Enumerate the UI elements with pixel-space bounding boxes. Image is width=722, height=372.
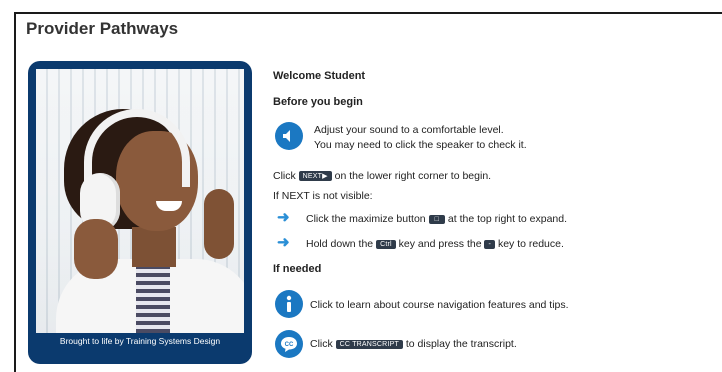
hold-prefix: Hold down the (306, 238, 374, 250)
arrow-right-icon: ➜ (277, 234, 290, 251)
transcript-prefix: Click (310, 338, 333, 350)
maximize-badge: □ (428, 215, 445, 224)
maximize-prefix: Click the maximize button (306, 213, 426, 225)
photo-striped-top (136, 261, 170, 333)
page-title: Provider Pathways (26, 19, 179, 38)
sound-instruction-1: Adjust your sound to a comfortable level… (314, 124, 504, 136)
transcript-instruction: Click CC TRANSCRIPT to display the trans… (310, 338, 517, 350)
cc-icon[interactable]: CC (275, 330, 303, 358)
next-instruction: Click NEXT▶ on the lower right corner to… (273, 170, 491, 182)
next-suffix: on the lower right corner to begin. (334, 170, 492, 182)
arrow-right-icon: ➜ (277, 209, 290, 226)
photo-card: Brought to life by Training Systems Desi… (28, 61, 252, 364)
before-heading: Before you begin (273, 96, 363, 108)
welcome-heading: Welcome Student (273, 70, 366, 82)
hold-middle: key and press the (398, 238, 482, 250)
info-instruction: Click to learn about course navigation f… (310, 299, 569, 311)
hold-suffix: key to reduce. (497, 238, 564, 250)
speaker-icon[interactable] (275, 122, 303, 150)
next-prefix: Click (273, 170, 296, 182)
student-photo (36, 69, 244, 333)
ctrl-badge: Ctrl (376, 240, 396, 249)
info-icon[interactable] (275, 290, 303, 318)
sound-instruction-2: You may need to click the speaker to che… (314, 139, 527, 151)
transcript-suffix: to display the transcript. (405, 338, 517, 350)
if-needed-heading: If needed (273, 263, 322, 275)
maximize-instruction: Click the maximize button □ at the top r… (306, 213, 567, 225)
photo-credit: Brought to life by Training Systems Desi… (59, 336, 221, 346)
minus-badge: - (484, 240, 496, 249)
svg-text:CC: CC (285, 342, 294, 348)
next-badge: NEXT▶ (298, 171, 332, 181)
if-next-text: If NEXT is not visible: (273, 190, 373, 202)
reduce-instruction: Hold down the Ctrl key and press the - k… (306, 238, 564, 250)
photo-hand-left (74, 219, 118, 279)
photo-neck (132, 227, 176, 267)
photo-hand-right (204, 189, 234, 259)
maximize-suffix: at the top right to expand. (447, 213, 568, 225)
transcript-badge: CC TRANSCRIPT (335, 340, 403, 349)
